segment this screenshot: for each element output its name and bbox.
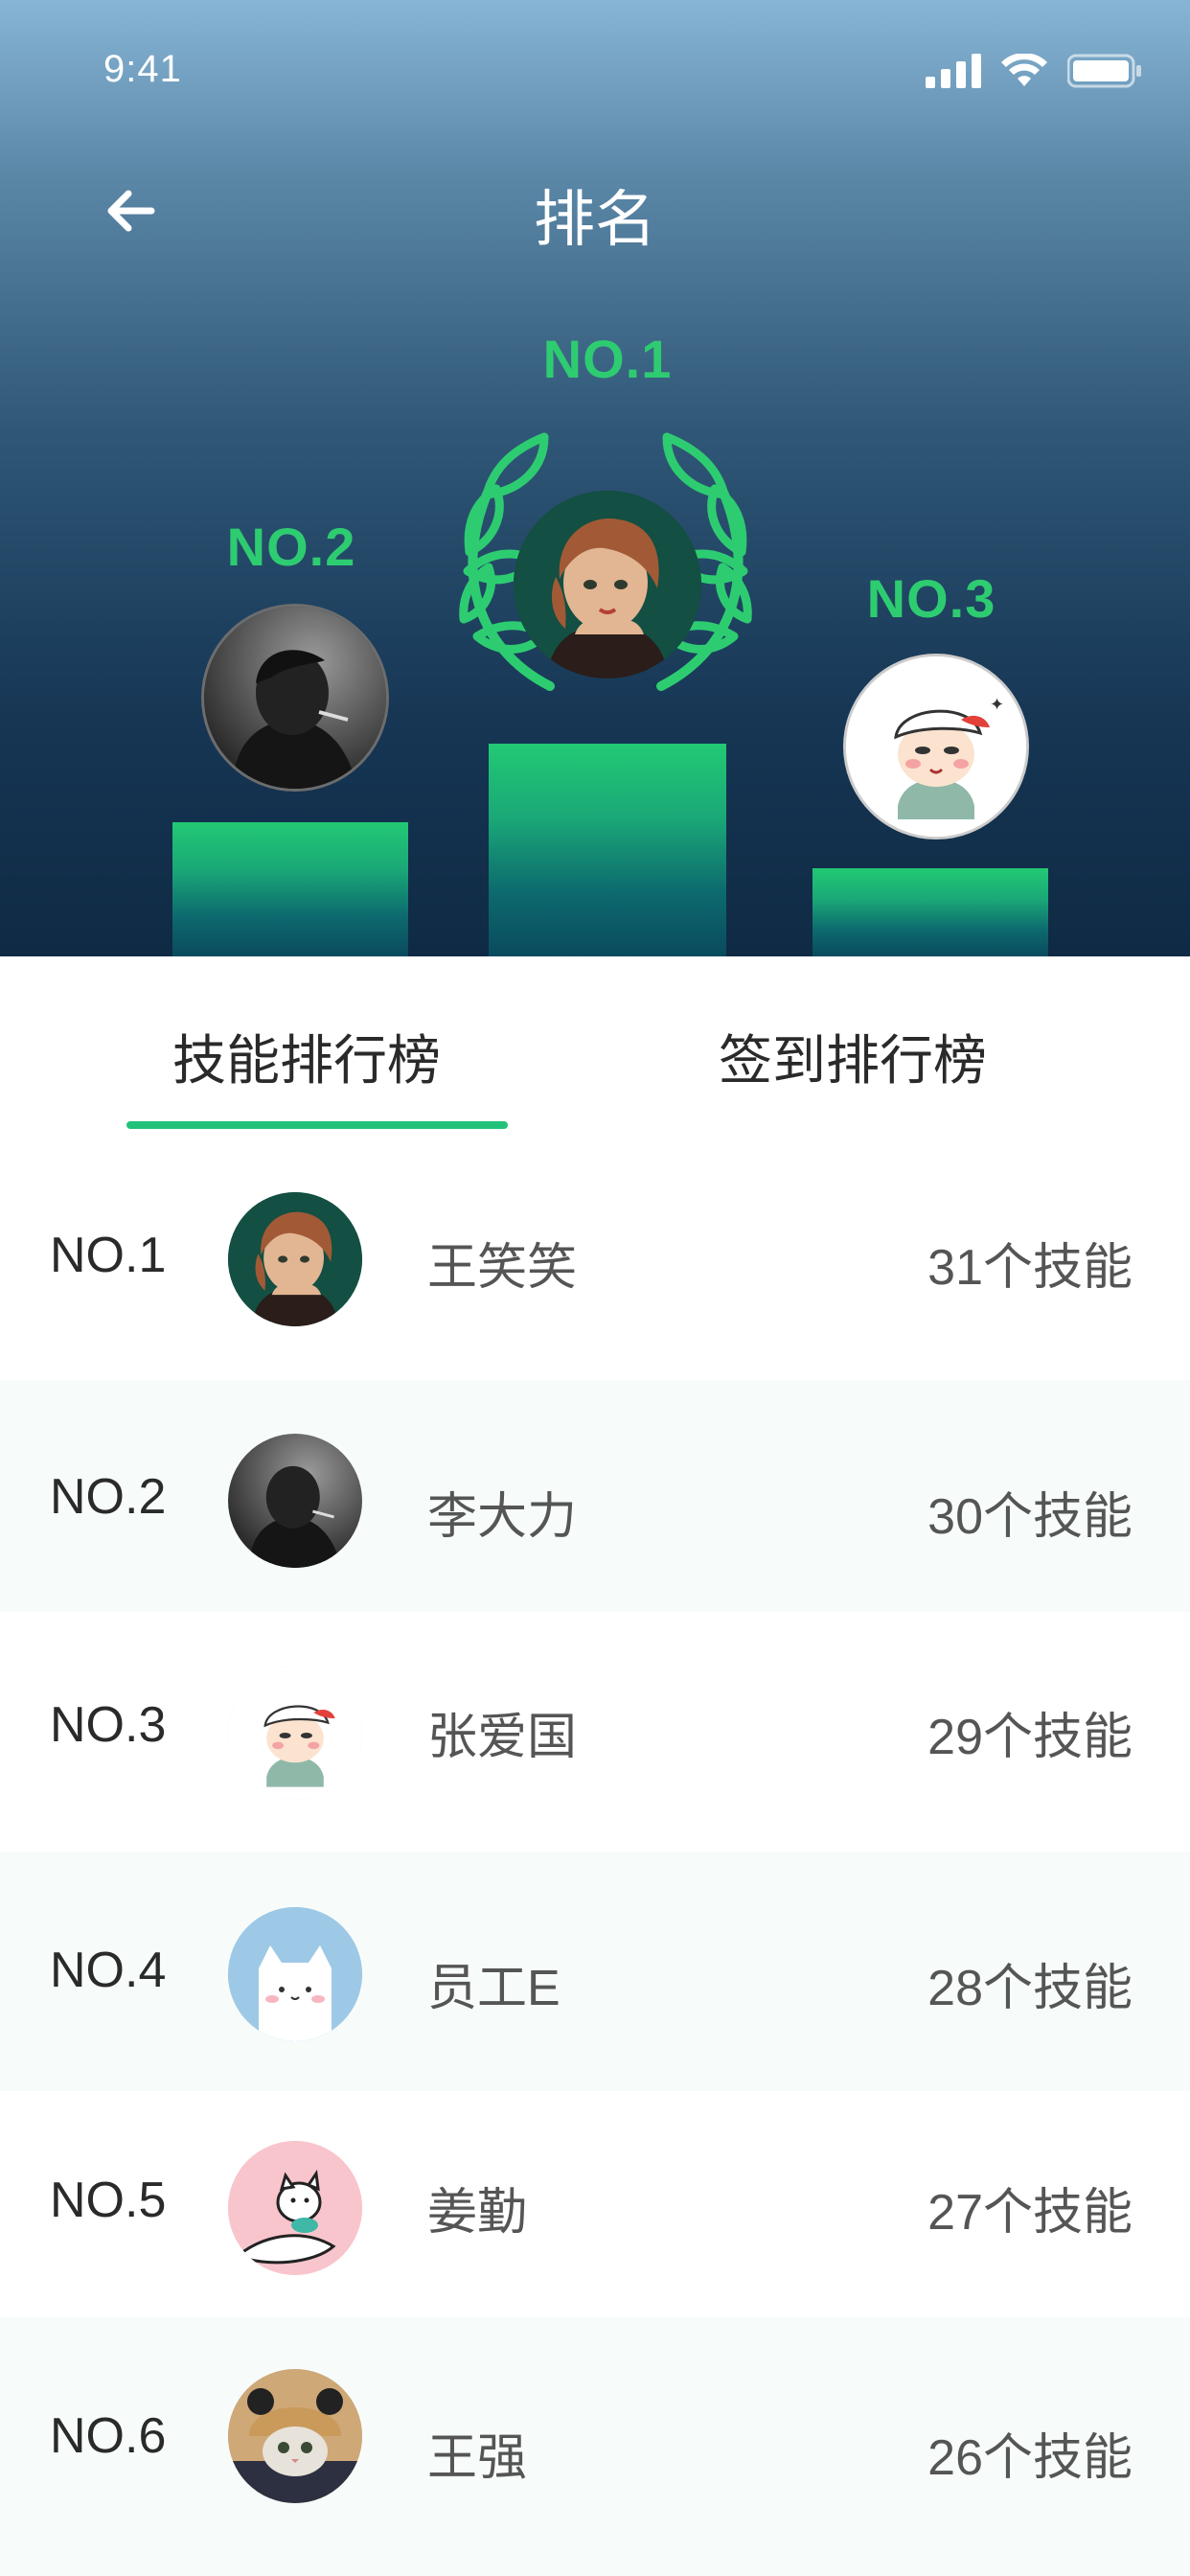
rank-number: NO.2 <box>50 1469 167 1525</box>
list-item[interactable]: NO.4 员工E 28个技能 <box>0 1852 1190 2091</box>
battery-icon <box>1067 54 1141 88</box>
podium-first-avatar[interactable] <box>514 491 701 678</box>
skill-count: 27个技能 <box>927 2185 1133 2241</box>
rank-number: NO.4 <box>50 1943 167 1998</box>
user-name: 李大力 <box>427 1489 578 1545</box>
cap-boy-avatar <box>228 1666 362 1800</box>
skill-count: 26个技能 <box>927 2430 1133 2486</box>
signal-icon <box>926 54 981 88</box>
podium-third-avatar[interactable]: ✦ <box>843 654 1029 840</box>
page-title: 排名 <box>534 185 656 254</box>
squirrel-cartoon-avatar <box>228 2141 362 2275</box>
tab-checkin-ranking[interactable]: 签到排行榜 <box>719 1018 987 1095</box>
list-item[interactable]: NO.3 张爱国 29个技能 <box>0 1612 1190 1852</box>
girl-portrait-avatar <box>514 491 701 678</box>
status-time: 9:41 <box>103 48 182 90</box>
user-name: 员工E <box>427 1961 561 2016</box>
smoking-man-avatar <box>204 607 386 789</box>
ranking-header: 9:41 排名 NO.1 NO.2 NO.3 ✦ <box>0 0 1190 956</box>
list-item[interactable]: NO.5 姜勤 27个技能 <box>0 2091 1190 2317</box>
active-tab-indicator <box>126 1121 508 1129</box>
podium-second-block <box>172 822 408 956</box>
user-name: 王强 <box>427 2430 528 2486</box>
podium-third-label: NO.3 <box>866 568 996 629</box>
podium-first-label: NO.1 <box>542 329 673 389</box>
user-avatar <box>228 1666 362 1800</box>
kitten-hat-avatar <box>228 2369 362 2503</box>
svg-text:✦: ✦ <box>990 695 1004 714</box>
list-item[interactable]: NO.2 李大力 30个技能 <box>0 1380 1190 1612</box>
user-name: 姜勤 <box>427 2185 528 2241</box>
white-cat-avatar <box>228 1907 362 2041</box>
podium-second-avatar[interactable] <box>201 604 389 792</box>
podium-second-label: NO.2 <box>226 517 356 577</box>
rank-number: NO.1 <box>50 1228 167 1283</box>
rank-number: NO.5 <box>50 2173 167 2228</box>
girl-portrait-avatar <box>228 1192 362 1326</box>
podium-third-block <box>812 868 1048 956</box>
list-item[interactable]: NO.1 王笑笑 31个技能 <box>0 1148 1190 1380</box>
skill-count: 31个技能 <box>927 1240 1133 1296</box>
list-item[interactable]: NO.6 王强 26个技能 <box>0 2317 1190 2576</box>
smoking-man-avatar <box>228 1434 362 1568</box>
user-avatar <box>228 2369 362 2503</box>
user-avatar <box>228 1907 362 2041</box>
tab-skill-ranking[interactable]: 技能排行榜 <box>172 1018 441 1095</box>
cap-boy-avatar: ✦ <box>846 656 1026 837</box>
user-name: 王笑笑 <box>427 1240 578 1296</box>
skill-count: 29个技能 <box>927 1710 1133 1765</box>
skill-count: 30个技能 <box>927 1489 1133 1545</box>
user-name: 张爱国 <box>427 1710 578 1765</box>
wifi-icon <box>1001 54 1047 86</box>
user-avatar <box>228 2141 362 2275</box>
podium-first-block <box>489 744 726 956</box>
status-icons <box>926 54 1142 88</box>
user-avatar <box>228 1434 362 1568</box>
rank-number: NO.3 <box>50 1697 167 1753</box>
ranking-tabs: 技能排行榜 签到排行榜 <box>0 956 1190 1148</box>
rank-number: NO.6 <box>50 2408 167 2464</box>
skill-count: 28个技能 <box>927 1961 1133 2016</box>
user-avatar <box>228 1192 362 1326</box>
